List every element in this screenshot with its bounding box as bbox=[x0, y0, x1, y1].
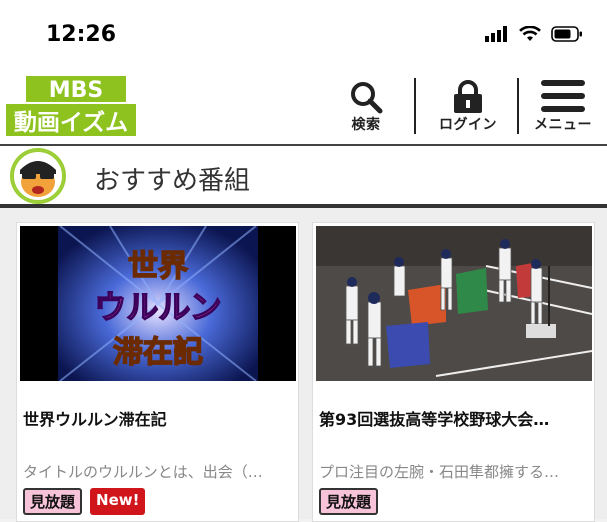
program-card[interactable]: 第93回選抜高等学校野球大会… プロ注目の左腕・石田隼都擁する… 見放題 bbox=[312, 222, 595, 522]
program-tags: 見放題 bbox=[319, 488, 379, 515]
menu-label: メニュー bbox=[534, 117, 592, 133]
site-header: MBS 動画イズム 検索 ログイン メニュー bbox=[0, 70, 607, 144]
unlimited-badge: 見放題 bbox=[23, 488, 83, 515]
cellular-signal-icon bbox=[485, 26, 507, 42]
logo-top-text: MBS bbox=[49, 78, 104, 103]
program-thumbnail[interactable] bbox=[316, 226, 592, 381]
program-title[interactable]: 世界ウルルン滞在記 bbox=[23, 406, 291, 430]
mascot-avatar-icon bbox=[10, 148, 66, 204]
search-icon bbox=[351, 82, 383, 114]
wifi-icon bbox=[519, 26, 541, 41]
thumb-title-line1: 世界 bbox=[128, 249, 188, 284]
search-button[interactable]: 検索 bbox=[338, 70, 394, 138]
search-label: 検索 bbox=[351, 117, 381, 133]
program-thumbnail[interactable]: 世界 ウルルン 滞在記 bbox=[20, 226, 296, 381]
menu-button[interactable]: メニュー bbox=[526, 70, 600, 138]
section-title: おすすめ番組 bbox=[94, 166, 251, 196]
thumb-title-line2: ウルルン bbox=[94, 288, 221, 326]
status-icons bbox=[485, 26, 583, 42]
new-badge: New! bbox=[90, 488, 146, 515]
mbs-logo[interactable]: MBS 動画イズム bbox=[6, 76, 136, 136]
battery-icon bbox=[551, 26, 582, 42]
program-description: プロ注目の左腕・石田隼都擁する… bbox=[319, 463, 560, 481]
login-button[interactable]: ログイン bbox=[430, 70, 506, 138]
lock-icon bbox=[454, 80, 482, 113]
status-bar: 12:26 bbox=[0, 0, 607, 70]
status-time: 12:26 bbox=[46, 22, 117, 47]
login-label: ログイン bbox=[439, 117, 497, 133]
nav-divider bbox=[517, 78, 519, 134]
program-tags: 見放題 New! bbox=[23, 488, 146, 515]
program-title[interactable]: 第93回選抜高等学校野球大会… bbox=[319, 406, 587, 430]
logo-bottom-text: 動画イズム bbox=[14, 109, 128, 136]
unlimited-badge: 見放題 bbox=[319, 488, 379, 515]
program-description: タイトルのウルルンとは、出会（… bbox=[23, 463, 263, 481]
nav-divider bbox=[414, 78, 416, 134]
recommended-section-header: おすすめ番組 bbox=[0, 144, 607, 208]
thumb-title-line3: 滞在記 bbox=[113, 335, 203, 370]
hamburger-menu-icon bbox=[541, 80, 585, 112]
program-list: 世界 ウルルン 滞在記 世界ウルルン滞在記 タイトルのウルルンとは、出会（… 見… bbox=[0, 208, 607, 522]
program-card[interactable]: 世界 ウルルン 滞在記 世界ウルルン滞在記 タイトルのウルルンとは、出会（… 見… bbox=[16, 222, 299, 522]
